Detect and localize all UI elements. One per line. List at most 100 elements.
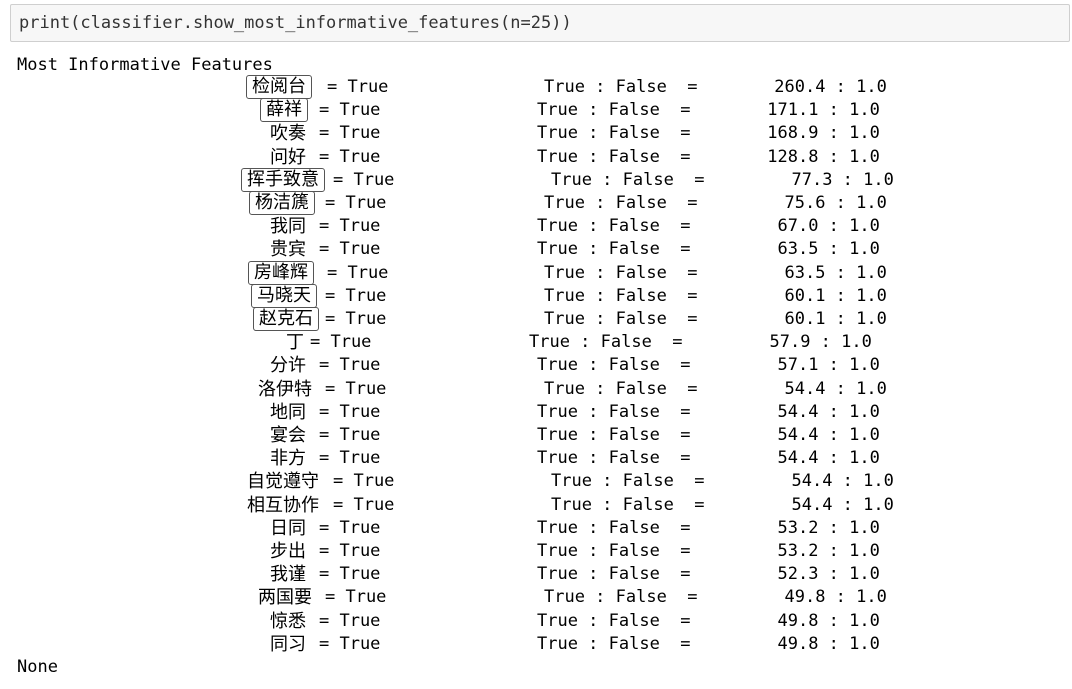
feature-ratio-label: True : False = bbox=[544, 285, 698, 306]
feature-name: 赵克石 bbox=[253, 307, 319, 331]
feature-ratio-value: 49.8 : 1.0 bbox=[784, 587, 887, 608]
feature-row: 惊悉 = True True : False = 49.8 : 1.0 bbox=[0, 610, 1072, 633]
feature-name: 宴会 bbox=[270, 425, 306, 446]
feature-value: = True bbox=[325, 193, 387, 213]
feature-ratio-value: 57.1 : 1.0 bbox=[777, 355, 880, 376]
feature-ratio-value: 60.1 : 1.0 bbox=[784, 309, 887, 329]
feature-ratio-label: True : False = bbox=[544, 378, 698, 399]
feature-value: = True bbox=[333, 169, 395, 190]
feature-name: 日同 bbox=[270, 517, 306, 539]
feature-value: = True bbox=[319, 100, 381, 121]
feature-value: = True bbox=[310, 332, 372, 353]
feature-ratio-label: True : False = bbox=[537, 633, 691, 654]
feature-ratio-value: 63.5 : 1.0 bbox=[777, 239, 880, 260]
feature-value: = True bbox=[333, 471, 395, 492]
feature-ratio-value: 77.3 : 1.0 bbox=[791, 169, 894, 190]
feature-ratio-label: True : False = bbox=[537, 401, 691, 422]
feature-value: = True bbox=[319, 425, 381, 445]
feature-ratio-value: 53.2 : 1.0 bbox=[777, 517, 880, 538]
feature-name: 非方 bbox=[270, 448, 306, 470]
feature-name: 贵宾 bbox=[270, 239, 306, 261]
feature-ratio-label: True : False = bbox=[537, 216, 691, 237]
feature-row: 步出 = True True : False = 53.2 : 1.0 bbox=[0, 540, 1072, 563]
feature-ratio-label: True : False = bbox=[544, 262, 698, 283]
feature-ratio-label: True : False = bbox=[551, 169, 705, 190]
feature-name: 步出 bbox=[270, 541, 306, 562]
feature-row: 马晓天 = True True : False = 60.1 : 1.0 bbox=[0, 283, 1072, 308]
feature-value: = True bbox=[327, 262, 389, 283]
feature-name: 检阅台 bbox=[246, 75, 312, 99]
feature-ratio-value: 52.3 : 1.0 bbox=[777, 564, 880, 585]
output-return-value: None bbox=[17, 657, 58, 677]
feature-name: 同习 bbox=[270, 633, 306, 655]
feature-value: = True bbox=[319, 633, 381, 654]
feature-row: 问好 = True True : False = 128.8 : 1.0 bbox=[0, 146, 1072, 169]
feature-row: 分许 = True True : False = 57.1 : 1.0 bbox=[0, 354, 1072, 377]
code-cell-source[interactable]: print(classifier.show_most_informative_f… bbox=[19, 13, 572, 33]
feature-ratio-label: True : False = bbox=[544, 309, 698, 329]
feature-row: 贵宾 = True True : False = 63.5 : 1.0 bbox=[0, 238, 1072, 261]
feature-value: = True bbox=[319, 401, 381, 422]
feature-ratio-value: 54.4 : 1.0 bbox=[777, 401, 880, 422]
feature-name: 薛祥 bbox=[260, 98, 308, 123]
feature-value: = True bbox=[325, 309, 387, 329]
feature-ratio-label: True : False = bbox=[544, 193, 698, 213]
feature-value: = True bbox=[319, 610, 381, 631]
feature-ratio-value: 54.4 : 1.0 bbox=[784, 378, 887, 399]
feature-row: 洛伊特 = True True : False = 54.4 : 1.0 bbox=[0, 378, 1072, 401]
feature-ratio-value: 57.9 : 1.0 bbox=[769, 332, 872, 353]
feature-value: = True bbox=[319, 448, 381, 469]
feature-name: 两国要 bbox=[258, 587, 312, 609]
feature-value: = True bbox=[319, 564, 381, 585]
feature-row: 赵克石 = True True : False = 60.1 : 1.0 bbox=[0, 307, 1072, 331]
feature-ratio-label: True : False = bbox=[537, 610, 691, 631]
feature-ratio-label: True : False = bbox=[537, 448, 691, 469]
feature-name: 相互协作 bbox=[247, 494, 319, 516]
feature-ratio-value: 63.5 : 1.0 bbox=[784, 262, 887, 283]
feature-ratio-value: 260.4 : 1.0 bbox=[774, 77, 887, 97]
feature-ratio-label: True : False = bbox=[537, 146, 691, 167]
feature-name: 我谨 bbox=[270, 564, 306, 586]
feature-row: 两国要 = True True : False = 49.8 : 1.0 bbox=[0, 586, 1072, 609]
feature-ratio-label: True : False = bbox=[537, 425, 691, 445]
feature-ratio-label: True : False = bbox=[537, 517, 691, 538]
feature-name: 问好 bbox=[270, 146, 306, 168]
feature-name: 马晓天 bbox=[251, 283, 317, 308]
feature-ratio-label: True : False = bbox=[537, 100, 691, 121]
feature-name: 挥手致意 bbox=[241, 167, 325, 192]
feature-name: 自觉遵守 bbox=[247, 471, 319, 493]
feature-ratio-value: 60.1 : 1.0 bbox=[784, 285, 887, 306]
feature-row: 杨洁篪 = True True : False = 75.6 : 1.0 bbox=[0, 191, 1072, 215]
feature-row: 宴会 = True True : False = 54.4 : 1.0 bbox=[0, 424, 1072, 447]
feature-name: 分许 bbox=[270, 355, 306, 377]
feature-value: = True bbox=[333, 494, 395, 515]
feature-value: = True bbox=[319, 239, 381, 260]
feature-ratio-label: True : False = bbox=[551, 471, 705, 492]
feature-ratio-label: True : False = bbox=[537, 541, 691, 561]
feature-value: = True bbox=[325, 285, 387, 306]
feature-ratio-value: 54.4 : 1.0 bbox=[791, 494, 894, 515]
feature-name: 杨洁篪 bbox=[249, 191, 315, 215]
feature-value: = True bbox=[319, 517, 381, 538]
feature-ratio-value: 168.9 : 1.0 bbox=[767, 123, 880, 144]
feature-row: 检阅台 = True True : False = 260.4 : 1.0 bbox=[0, 75, 1072, 99]
feature-ratio-value: 49.8 : 1.0 bbox=[777, 633, 880, 654]
feature-ratio-value: 53.2 : 1.0 bbox=[777, 541, 880, 561]
feature-row: 非方 = True True : False = 54.4 : 1.0 bbox=[0, 447, 1072, 470]
feature-name: 洛伊特 bbox=[258, 378, 312, 400]
feature-ratio-value: 54.4 : 1.0 bbox=[777, 425, 880, 445]
feature-ratio-label: True : False = bbox=[537, 239, 691, 260]
feature-name: 我同 bbox=[270, 216, 306, 238]
feature-ratio-value: 54.4 : 1.0 bbox=[791, 471, 894, 492]
code-cell-input[interactable]: print(classifier.show_most_informative_f… bbox=[10, 4, 1070, 42]
feature-name: 地同 bbox=[270, 401, 306, 423]
feature-value: = True bbox=[319, 123, 381, 144]
feature-ratio-label: True : False = bbox=[544, 77, 698, 97]
feature-row: 日同 = True True : False = 53.2 : 1.0 bbox=[0, 517, 1072, 540]
feature-name: 吹奏 bbox=[270, 123, 306, 145]
feature-value: = True bbox=[325, 587, 387, 608]
feature-value: = True bbox=[319, 355, 381, 376]
feature-row: 吹奏 = True True : False = 168.9 : 1.0 bbox=[0, 122, 1072, 145]
feature-ratio-label: True : False = bbox=[544, 587, 698, 608]
feature-ratio-value: 171.1 : 1.0 bbox=[767, 100, 880, 121]
